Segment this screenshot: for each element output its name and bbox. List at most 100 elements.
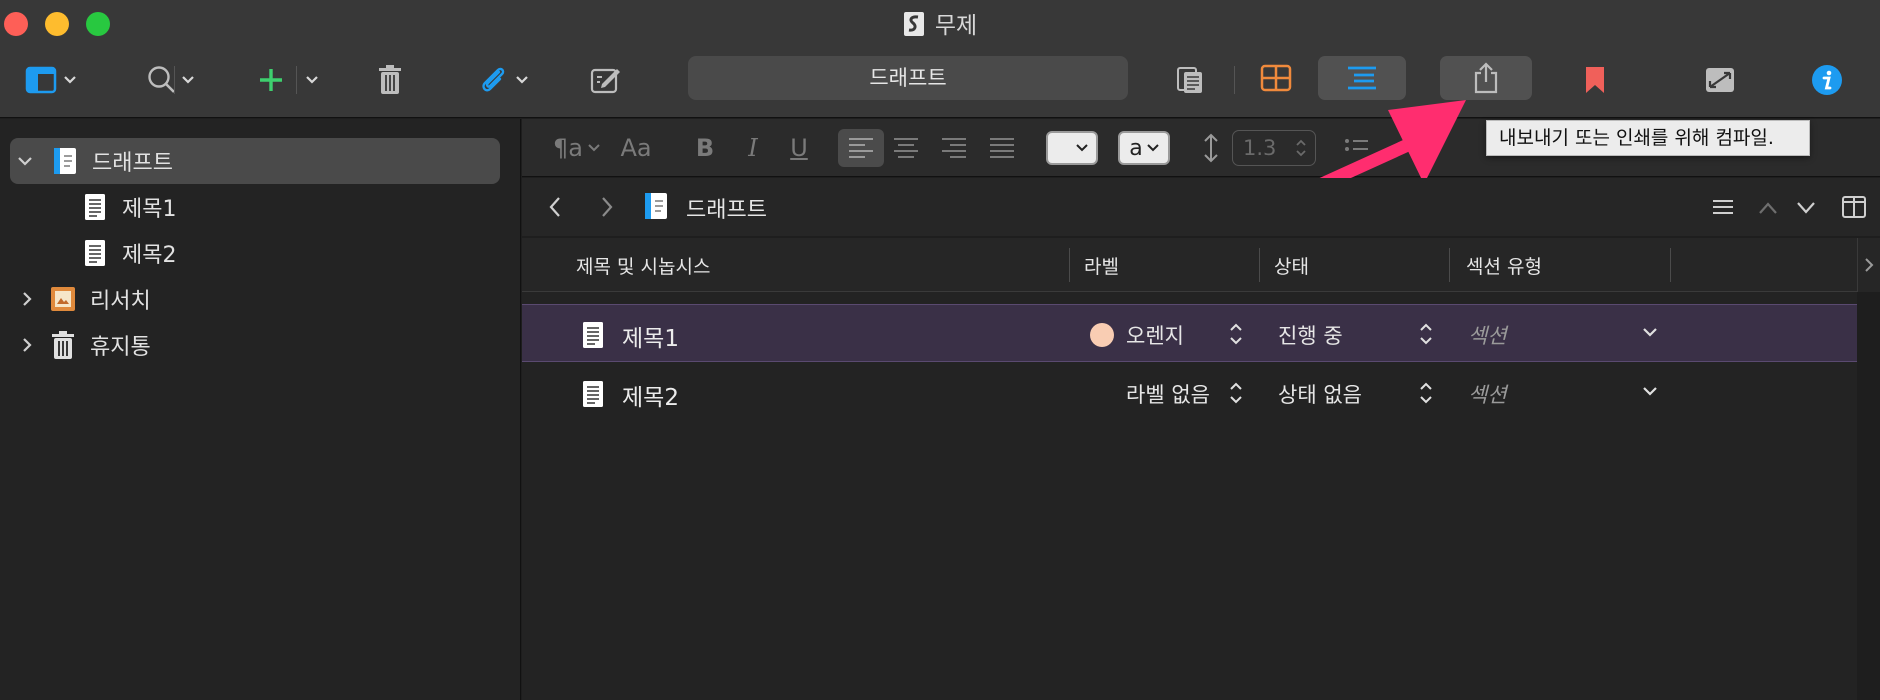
- quick-reference-button[interactable]: [588, 58, 624, 102]
- navigate-forward-button[interactable]: [600, 196, 614, 222]
- align-right-button[interactable]: [934, 129, 974, 167]
- outliner-view-button[interactable]: [1318, 56, 1406, 100]
- popup-stepper-icon[interactable]: [1418, 380, 1434, 406]
- disclosure-expanded-icon[interactable]: [12, 148, 38, 174]
- font-button[interactable]: Aa: [614, 129, 658, 167]
- binder-item-trash[interactable]: 휴지통: [0, 322, 521, 368]
- outline-row[interactable]: 제목2 라벨 없음 상태 없음 섹션: [522, 364, 1857, 422]
- research-folder-icon: [48, 284, 78, 314]
- disclosure-collapsed-icon[interactable]: [14, 332, 40, 358]
- split-view-icon: [1842, 196, 1866, 218]
- column-section-type[interactable]: 섹션 유형: [1466, 252, 1542, 279]
- chevron-down-icon: [64, 76, 76, 84]
- document-icon: [80, 192, 110, 222]
- outline-row-title[interactable]: 제목2: [622, 378, 679, 412]
- chevron-down-icon: [1076, 144, 1088, 152]
- bold-button[interactable]: B: [690, 129, 720, 167]
- header-menu-button[interactable]: [1712, 198, 1734, 220]
- show-column-options-button[interactable]: [1857, 238, 1880, 292]
- align-center-button[interactable]: [886, 129, 926, 167]
- outline-row-status[interactable]: 진행 중: [1278, 320, 1343, 350]
- bookmarks-button[interactable]: [1580, 58, 1610, 102]
- previous-document-button[interactable]: [1758, 200, 1778, 219]
- popup-stepper-icon[interactable]: [1418, 321, 1434, 347]
- highlight-color-popup[interactable]: a: [1118, 131, 1170, 165]
- draft-folder-icon: [50, 146, 80, 176]
- split-editor-button[interactable]: [1842, 196, 1866, 222]
- outline-row-section-type[interactable]: 섹션: [1468, 320, 1507, 350]
- chevron-down-icon[interactable]: [1642, 385, 1658, 397]
- paragraph-style-button[interactable]: ¶a: [546, 129, 608, 167]
- outline-row-label[interactable]: 라벨 없음: [1126, 379, 1210, 409]
- inspector-button[interactable]: [1810, 58, 1844, 102]
- compile-button[interactable]: [1440, 56, 1532, 100]
- outliner-column-header: 제목 및 시놉시스 라벨 상태 섹션 유형: [522, 238, 1857, 292]
- popup-stepper-icon[interactable]: [1228, 321, 1244, 347]
- scrivenings-icon: [1177, 67, 1202, 93]
- chevron-up-icon: [1759, 202, 1777, 214]
- text-color-popup[interactable]: [1046, 131, 1098, 165]
- column-divider[interactable]: [1069, 248, 1070, 282]
- outliner: 제목1 오렌지 진행 중 섹션 제목2 라벨 없음 상태 없음 섹션: [522, 292, 1857, 700]
- binder-item-label: 드래프트: [92, 151, 173, 176]
- chevron-down-icon: [516, 76, 528, 84]
- compile-tooltip: 내보내기 또는 인쇄를 위해 컴파일.: [1486, 120, 1810, 156]
- chevron-down-icon: [588, 144, 600, 152]
- column-divider[interactable]: [1259, 248, 1260, 282]
- composition-mode-button[interactable]: [1702, 58, 1738, 102]
- search-options-button[interactable]: [178, 58, 198, 102]
- move-to-trash-button[interactable]: [372, 58, 408, 102]
- binder-item-research[interactable]: 리서치: [0, 276, 521, 322]
- toolbar-separator: [296, 66, 297, 94]
- align-left-button[interactable]: [838, 129, 884, 167]
- outline-row-status[interactable]: 상태 없음: [1278, 379, 1362, 409]
- document-icon: [80, 238, 110, 268]
- column-divider[interactable]: [1670, 248, 1671, 282]
- toolbar-separator: [174, 66, 175, 94]
- outliner-icon: [1348, 66, 1376, 90]
- chevron-down-icon: [1797, 202, 1815, 214]
- next-document-button[interactable]: [1796, 200, 1816, 219]
- chevron-down-icon: [18, 157, 32, 166]
- chevron-right-icon: [23, 292, 32, 306]
- navigate-back-button[interactable]: [548, 196, 562, 222]
- corkboard-view-button[interactable]: [1250, 56, 1302, 100]
- binder-item-draft[interactable]: 드래프트: [10, 138, 500, 184]
- outline-row[interactable]: 제목1 오렌지 진행 중 섹션: [522, 304, 1857, 362]
- outline-row-title[interactable]: 제목1: [622, 319, 679, 353]
- add-item-options-button[interactable]: [302, 58, 322, 102]
- sidebar-layout-icon: [25, 66, 57, 94]
- underline-button[interactable]: U: [784, 129, 814, 167]
- chevron-left-icon: [549, 197, 560, 217]
- justify-button[interactable]: [982, 129, 1022, 167]
- scrivenings-view-button[interactable]: [1172, 58, 1208, 102]
- column-label[interactable]: 라벨: [1084, 252, 1119, 279]
- chevron-down-icon: [182, 76, 194, 84]
- chevron-down-icon[interactable]: [1642, 326, 1658, 338]
- title-bar: 무제 드래프트: [0, 0, 1880, 118]
- column-status[interactable]: 상태: [1274, 252, 1309, 279]
- binder-item-label: 제목2: [122, 243, 177, 268]
- toolbar-separator: [1234, 66, 1235, 94]
- label-color-swatch: [1090, 323, 1114, 347]
- attach-button[interactable]: [466, 58, 540, 102]
- add-item-button[interactable]: [254, 58, 288, 102]
- editor-header-title[interactable]: 드래프트: [686, 192, 767, 224]
- current-document-title[interactable]: 드래프트: [688, 56, 1128, 100]
- scrivener-app-icon: [903, 12, 924, 36]
- plus-icon: [260, 69, 282, 91]
- outline-row-section-type[interactable]: 섹션: [1468, 379, 1507, 409]
- italic-button[interactable]: I: [738, 129, 768, 167]
- binder-item-doc-2[interactable]: 제목2: [0, 230, 521, 276]
- column-title-synopsis[interactable]: 제목 및 시놉시스: [576, 252, 710, 279]
- document-icon: [583, 381, 603, 407]
- disclosure-collapsed-icon[interactable]: [14, 286, 40, 312]
- list-icon: [1713, 200, 1733, 214]
- binder-item-doc-1[interactable]: 제목1: [0, 184, 521, 230]
- binder-item-label: 제목1: [122, 197, 177, 222]
- binder-item-label: 리서치: [90, 289, 151, 314]
- outline-row-label[interactable]: 오렌지: [1126, 320, 1184, 350]
- popup-stepper-icon[interactable]: [1228, 380, 1244, 406]
- column-divider[interactable]: [1449, 248, 1450, 282]
- view-layout-button[interactable]: [16, 58, 86, 102]
